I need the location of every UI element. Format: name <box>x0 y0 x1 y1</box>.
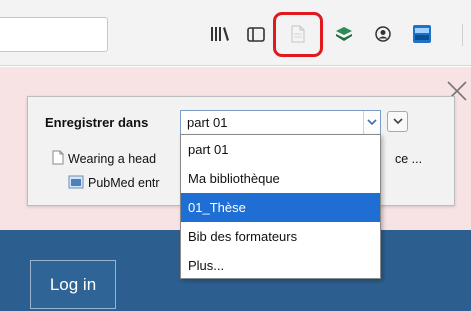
library-icon[interactable] <box>208 22 232 46</box>
item-title-tail: ce ... <box>395 152 423 166</box>
item-source: PubMed entr <box>88 176 160 190</box>
dropdown-option[interactable]: Bib des formateurs <box>181 222 380 251</box>
toolbar-separator <box>462 24 464 46</box>
dropdown-option[interactable]: part 01 <box>181 135 380 164</box>
address-bar[interactable] <box>0 17 108 52</box>
login-button[interactable]: Log in <box>30 260 116 309</box>
save-in-label: Enregistrer dans <box>45 115 149 130</box>
sidebar-icon[interactable] <box>244 22 268 46</box>
dropdown-option[interactable]: Ma bibliothèque <box>181 164 380 193</box>
expand-options-button[interactable] <box>387 111 408 132</box>
pubmed-entry-icon <box>68 174 84 192</box>
collection-dropdown: part 01 Ma bibliothèque 01_Thèse Bib des… <box>180 134 381 279</box>
browser-toolbar <box>0 0 471 66</box>
collection-select-value: part 01 <box>187 115 228 130</box>
collection-select[interactable]: part 01 <box>180 110 381 135</box>
layers-icon[interactable] <box>332 22 356 46</box>
account-icon[interactable] <box>371 22 395 46</box>
document-icon <box>52 150 64 168</box>
chevron-down-icon[interactable] <box>363 111 380 134</box>
item-title: Wearing a head <box>68 152 157 166</box>
dropdown-option-highlighted[interactable]: 01_Thèse <box>181 193 380 222</box>
zotero-icon-highlight <box>273 12 323 57</box>
dropdown-option-more[interactable]: Plus... <box>181 251 380 280</box>
pan-icon[interactable] <box>410 22 434 46</box>
